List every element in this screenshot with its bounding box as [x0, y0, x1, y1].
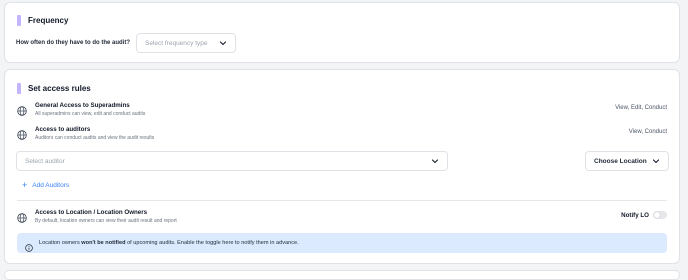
rule-superadmins: General Access to Superadmins All supera… [17, 102, 667, 118]
chevron-down-icon [651, 157, 660, 166]
notify-lo-label: Notify LO [621, 211, 649, 219]
access-header: Set access rules [17, 83, 91, 94]
rule-permissions: View, Edit, Conduct [615, 105, 667, 111]
divider [17, 200, 667, 201]
info-text-suffix: of upcoming audits. Enable the toggle he… [125, 240, 299, 246]
chevron-down-icon [218, 39, 227, 48]
chevron-down-icon [430, 157, 439, 166]
info-text-prefix: Location owners [39, 240, 82, 246]
toggle-knob [654, 212, 660, 218]
access-rules-card: Set access rules General Access to Super… [4, 69, 680, 264]
next-card [4, 270, 680, 280]
info-icon [25, 239, 33, 252]
frequency-title: Frequency [28, 16, 69, 25]
add-auditors-label: Add Auditors [32, 181, 70, 189]
info-banner: Location owners won't be notified of upc… [17, 233, 667, 253]
rule-permissions: View, Conduct [628, 129, 667, 135]
section-accent-bar [17, 83, 21, 94]
globe-icon [17, 127, 27, 140]
auditor-select[interactable]: Select auditor [16, 151, 448, 171]
access-title: Set access rules [28, 84, 91, 93]
frequency-question: How often do they have to do the audit? [16, 40, 130, 46]
frequency-select-placeholder: Select frequency type [145, 39, 208, 47]
rule-description: All superadmins can view, edit and condu… [35, 111, 146, 117]
globe-icon [17, 103, 27, 116]
rule-description: Auditors can conduct audits and view the… [35, 135, 155, 141]
choose-location-select[interactable]: Choose Location [585, 151, 669, 171]
notify-lo-control: Notify LO [621, 211, 667, 219]
frequency-header: Frequency [17, 15, 68, 26]
frequency-type-select[interactable]: Select frequency type [136, 33, 236, 53]
info-text-bold: won't be notified [81, 240, 126, 246]
auditor-select-placeholder: Select auditor [25, 157, 65, 165]
section-accent-bar [17, 15, 21, 26]
add-auditors-button[interactable]: + Add Auditors [22, 180, 70, 190]
rule-location-owners: Access to Location / Location Owners By … [17, 209, 559, 225]
rule-title: General Access to Superadmins [35, 102, 130, 109]
rule-description: By default, location owners can view the… [35, 218, 177, 224]
rule-auditors: Access to auditors Auditors can conduct … [17, 126, 667, 142]
plus-icon: + [22, 180, 28, 190]
info-text: Location owners won't be notified of upc… [39, 240, 299, 246]
rule-title: Access to Location / Location Owners [35, 209, 148, 216]
notify-lo-toggle[interactable] [653, 211, 667, 219]
choose-location-label: Choose Location [594, 157, 647, 165]
globe-icon [17, 210, 27, 223]
rule-title: Access to auditors [35, 126, 91, 133]
frequency-card: Frequency How often do they have to do t… [4, 2, 680, 63]
